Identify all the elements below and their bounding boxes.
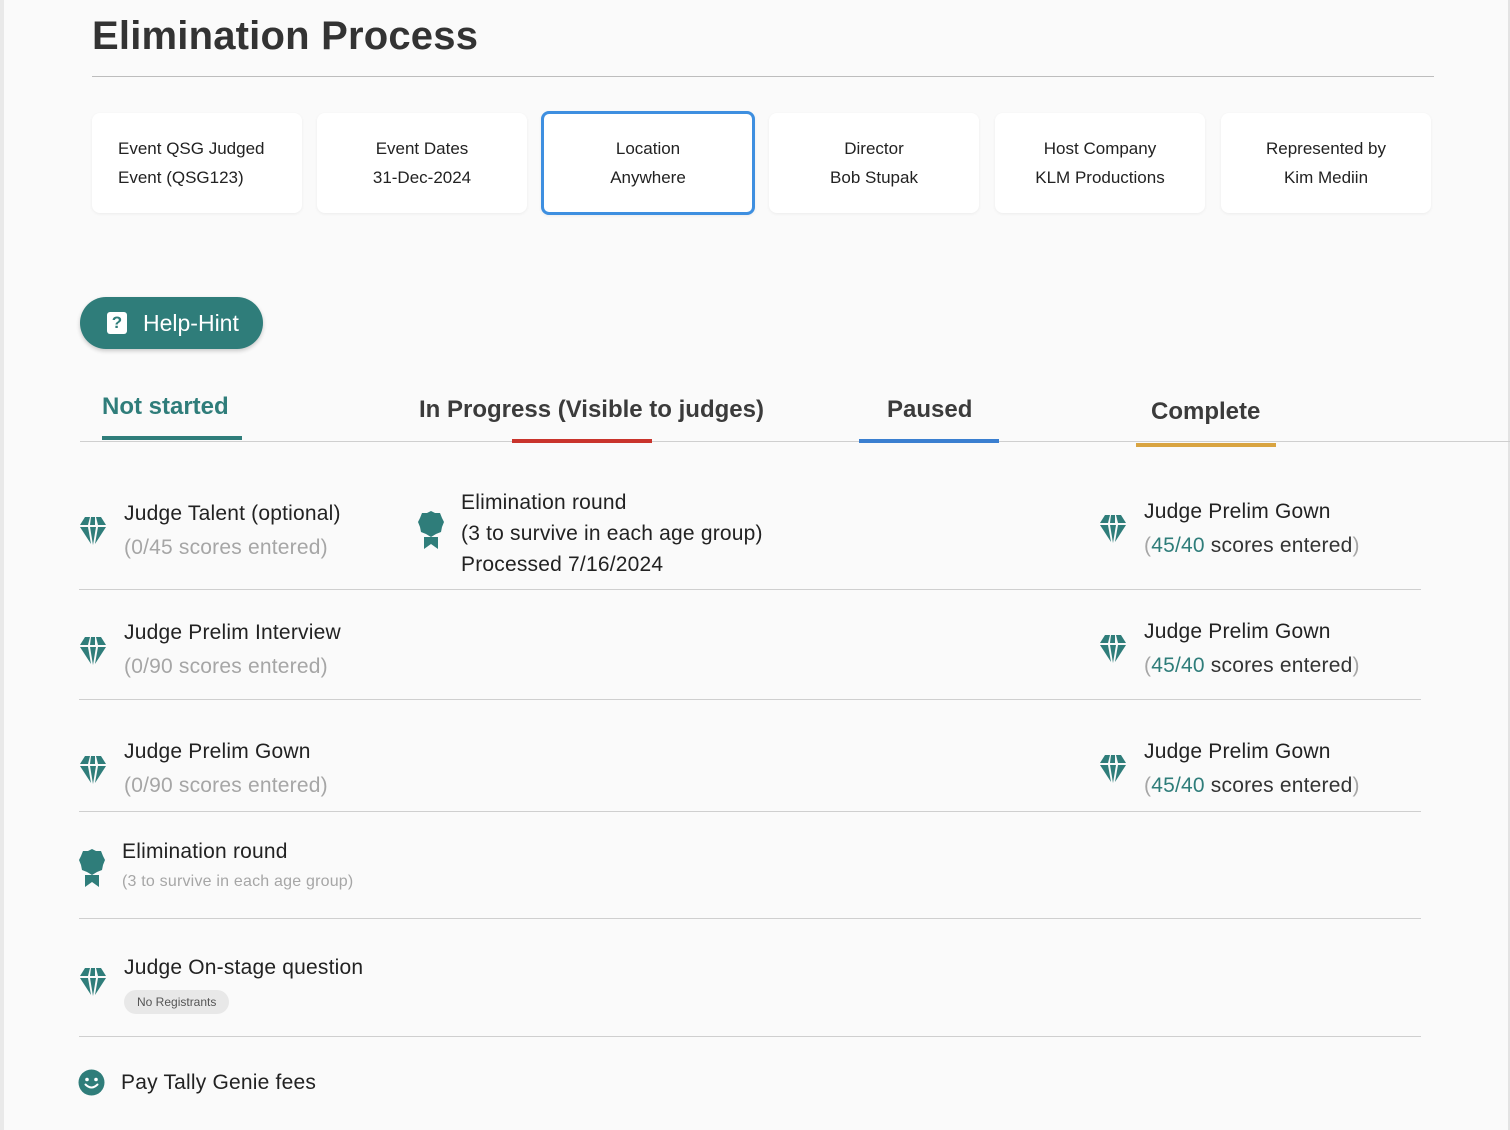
task-score-status: (45/40 scores entered)	[1144, 534, 1360, 558]
represented-by-card[interactable]: Represented by Kim Mediin	[1221, 113, 1431, 213]
elimination-progress-rule: (3 to survive in each age group)	[461, 522, 763, 545]
left-edge	[0, 0, 4, 1130]
prelim-gown-complete-task-3[interactable]: Judge Prelim Gown (45/40 scores entered)	[1144, 740, 1360, 798]
task-score-status: (0/90 scores entered)	[124, 655, 328, 678]
director-card-label: Director	[844, 139, 904, 158]
task-title: Judge Prelim Gown	[124, 740, 311, 763]
help-hint-button[interactable]: ? Help-Hint	[80, 297, 263, 349]
tab-in-progress[interactable]: In Progress (Visible to judges)	[419, 396, 764, 443]
task-title: Judge Prelim Gown	[1144, 620, 1331, 643]
location-card-label: Location	[615, 139, 681, 158]
tab-paused-label: Paused	[887, 396, 973, 423]
row-divider	[79, 918, 1421, 919]
tab-not-started[interactable]: Not started	[102, 393, 242, 440]
onstage-question-task[interactable]: Judge On-stage question No Registrants	[124, 956, 363, 1014]
row-divider	[79, 589, 1421, 590]
paren-close: )	[1352, 654, 1360, 677]
host-company-card[interactable]: Host Company KLM Productions	[995, 113, 1205, 213]
diamond-icon	[80, 756, 106, 784]
diamond-icon	[80, 517, 106, 545]
tab-not-started-indicator	[102, 436, 242, 440]
tab-not-started-label: Not started	[102, 393, 229, 420]
diamond-icon	[80, 637, 106, 665]
elimination-round-task[interactable]: Elimination round (3 to survive in each …	[122, 840, 353, 891]
event-card-label: Event QSG Judged	[118, 139, 265, 158]
director-card[interactable]: Director Bob Stupak	[769, 113, 979, 213]
host-company-card-value: KLM Productions	[1035, 168, 1165, 187]
pay-fees-task[interactable]: Pay Tally Genie fees	[121, 1071, 316, 1095]
tab-complete-indicator	[1136, 443, 1276, 447]
task-score-status: (45/40 scores entered)	[1144, 654, 1360, 678]
task-rule: (3 to survive in each age group)	[122, 873, 354, 890]
task-title: Judge Prelim Interview	[124, 621, 341, 644]
judge-talent-task[interactable]: Judge Talent (optional) (0/45 scores ent…	[124, 502, 341, 560]
smiley-icon	[78, 1069, 105, 1096]
task-title: Judge Talent (optional)	[124, 502, 341, 525]
location-card[interactable]: Location Anywhere	[541, 111, 755, 215]
award-icon	[418, 511, 444, 549]
location-card-value: Anywhere	[610, 168, 686, 187]
tab-in-progress-label: In Progress (Visible to judges)	[419, 396, 764, 423]
task-score-status: (45/40 scores entered)	[1144, 774, 1360, 798]
event-card[interactable]: Event QSG Judged Event (QSG123)	[92, 113, 302, 213]
prelim-gown-complete-task-1[interactable]: Judge Prelim Gown (45/40 scores entered)	[1144, 500, 1360, 558]
task-title: Judge Prelim Gown	[1144, 500, 1331, 523]
diamond-icon	[80, 968, 106, 996]
page-title: Elimination Process	[92, 14, 479, 58]
paren-close: )	[1352, 534, 1360, 557]
question-icon: ?	[107, 312, 127, 334]
elimination-progress-task[interactable]: Elimination round (3 to survive in each …	[461, 487, 763, 580]
tabs-divider	[80, 441, 1510, 442]
prelim-gown-task[interactable]: Judge Prelim Gown (0/90 scores entered)	[124, 740, 328, 798]
help-hint-label: Help-Hint	[143, 309, 239, 336]
title-divider	[92, 76, 1434, 77]
tab-in-progress-indicator	[512, 439, 652, 443]
director-card-value: Bob Stupak	[830, 168, 918, 187]
score-count: 45/40	[1151, 654, 1205, 677]
score-label: scores entered	[1204, 654, 1353, 677]
diamond-icon	[1100, 515, 1126, 543]
paren-close: )	[1352, 774, 1360, 797]
dates-card-label: Event Dates	[375, 139, 469, 158]
host-company-card-label: Host Company	[1043, 139, 1157, 158]
tab-complete-label: Complete	[1151, 398, 1261, 425]
task-score-status: (0/90 scores entered)	[124, 774, 328, 797]
tab-paused-indicator	[859, 439, 999, 443]
row-divider	[79, 699, 1421, 700]
represented-by-card-label: Represented by	[1265, 139, 1387, 158]
no-registrants-badge: No Registrants	[124, 990, 230, 1014]
event-card-value: Event (QSG123)	[118, 168, 244, 187]
row-divider	[79, 1036, 1421, 1037]
diamond-icon	[1100, 755, 1126, 783]
tab-paused[interactable]: Paused	[859, 396, 999, 443]
dates-card-value: 31-Dec-2024	[372, 168, 472, 187]
award-icon	[79, 849, 105, 887]
elimination-progress-title: Elimination round	[461, 491, 627, 514]
diamond-icon	[1100, 635, 1126, 663]
dates-card[interactable]: Event Dates 31-Dec-2024	[317, 113, 527, 213]
task-score-status: (0/45 scores entered)	[124, 536, 328, 559]
score-count: 45/40	[1151, 774, 1205, 797]
elimination-progress-processed: Processed 7/16/2024	[461, 553, 664, 576]
represented-by-card-value: Kim Mediin	[1283, 168, 1369, 187]
score-label: scores entered	[1204, 534, 1353, 557]
prelim-interview-task[interactable]: Judge Prelim Interview (0/90 scores ente…	[124, 621, 341, 679]
tab-complete[interactable]: Complete	[1136, 398, 1276, 447]
score-label: scores entered	[1204, 774, 1353, 797]
task-title: Judge On-stage question	[124, 956, 364, 979]
row-divider	[79, 811, 1421, 812]
score-count: 45/40	[1151, 534, 1205, 557]
task-title: Judge Prelim Gown	[1144, 740, 1331, 763]
task-title: Elimination round	[122, 840, 288, 863]
prelim-gown-complete-task-2[interactable]: Judge Prelim Gown (45/40 scores entered)	[1144, 620, 1360, 678]
task-title: Pay Tally Genie fees	[121, 1071, 317, 1094]
